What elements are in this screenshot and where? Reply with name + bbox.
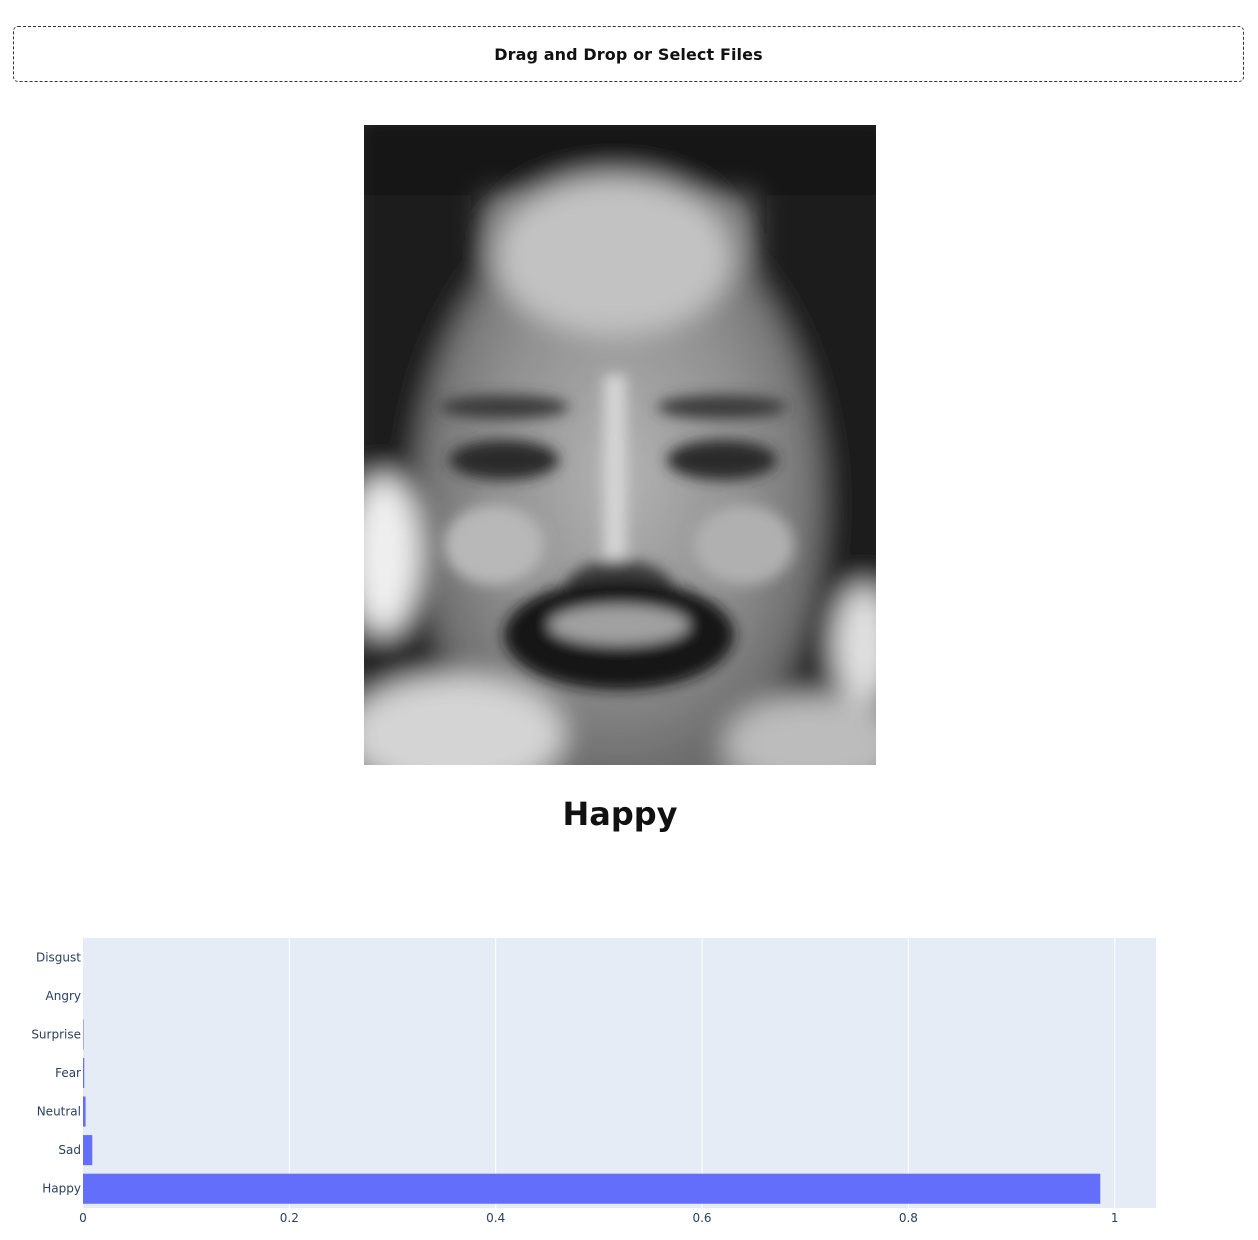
y-tick-label-neutral: Neutral (37, 1105, 81, 1119)
bar-sad (83, 1135, 93, 1166)
y-tick-label-surprise: Surprise (31, 1027, 81, 1041)
chart-svg: DisgustAngrySurpriseFearNeutralSadHappy … (31, 938, 1156, 1225)
y-tick-label-sad: Sad (58, 1143, 81, 1157)
y-tick-labels: Disgust Angry Surprise Fear Neutral Sad Happy (31, 950, 81, 1195)
x-tick-label: 0.8 (899, 1211, 918, 1225)
x-tick-label: 1 (1111, 1211, 1119, 1225)
x-tick-label: 0.4 (486, 1211, 505, 1225)
predicted-emotion-label: Happy (562, 795, 678, 833)
y-tick-label-angry: Angry (46, 989, 81, 1003)
x-tick-label: 0.6 (692, 1211, 711, 1225)
bar-neutral (83, 1096, 86, 1127)
x-tick-labels: 0 0.2 0.4 0.6 0.8 1 (79, 1211, 1118, 1225)
emotion-probability-chart: Disgust Angry Surprise Fear Neutral Sad Happy … (0, 900, 1258, 1236)
plot-area (83, 938, 1156, 1208)
file-upload-dropzone[interactable]: Drag and Drop or Select Files (13, 26, 1244, 82)
y-tick-label-fear: Fear (55, 1066, 81, 1080)
bar-fear (83, 1057, 85, 1089)
y-tick-label-happy: Happy (42, 1182, 81, 1196)
bar-happy (83, 1173, 1101, 1204)
y-tick-label-disgust: Disgust (36, 950, 81, 964)
uploaded-face-image (364, 125, 876, 765)
face-photo (364, 125, 876, 765)
bar-surprise (83, 1019, 84, 1050)
upload-label: Drag and Drop or Select Files (494, 44, 763, 64)
x-tick-label: 0.2 (280, 1211, 299, 1225)
x-tick-label: 0 (79, 1211, 87, 1225)
